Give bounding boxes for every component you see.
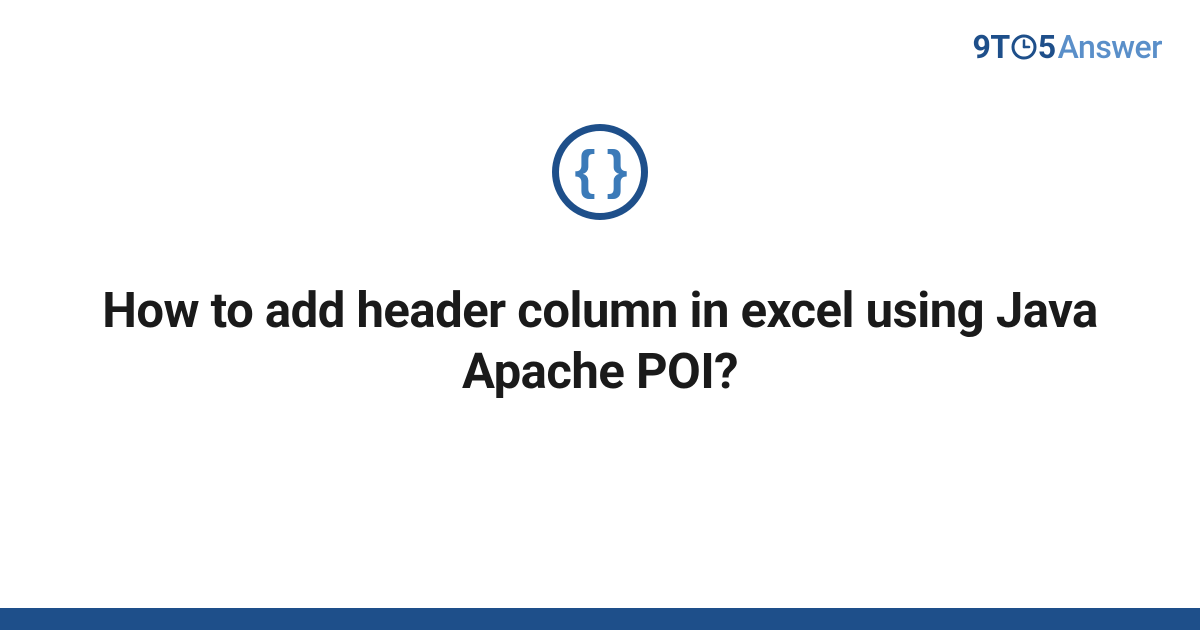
code-badge-icon: { } <box>552 124 648 220</box>
brand-answer: Answer <box>1058 28 1162 66</box>
braces-icon: { } <box>574 143 625 197</box>
brand-nine: 9 <box>973 28 991 66</box>
page-title: How to add header column in excel using … <box>70 280 1130 403</box>
page-root: 9 T 5 Answer { } How to add header colum… <box>0 0 1200 630</box>
brand-logo: 9 T 5 Answer <box>973 28 1162 66</box>
footer-bar <box>0 608 1200 630</box>
brand-five: 5 <box>1038 28 1056 66</box>
header: 9 T 5 Answer <box>0 0 1200 66</box>
brand-t: T <box>990 28 1009 66</box>
clock-icon <box>1011 34 1037 60</box>
main-content: { } How to add header column in excel us… <box>0 66 1200 630</box>
